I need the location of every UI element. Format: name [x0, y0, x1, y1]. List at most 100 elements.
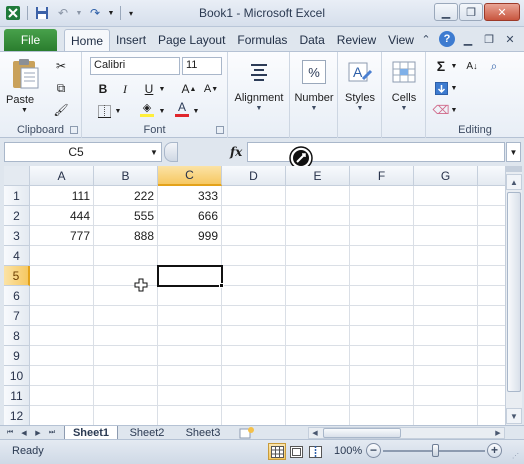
minimize-ribbon-icon[interactable]: ⌃: [418, 31, 434, 47]
grid-cell[interactable]: [30, 346, 94, 366]
grid-cell[interactable]: [94, 286, 158, 306]
last-sheet-icon[interactable]: ⏭: [46, 427, 58, 439]
tab-file[interactable]: File: [4, 29, 57, 51]
clear-dropdown-icon[interactable]: ▼: [450, 101, 458, 119]
grid-cell[interactable]: [94, 266, 158, 286]
grid-cell[interactable]: [286, 386, 350, 406]
grid-cell[interactable]: [222, 246, 286, 266]
grid-cell[interactable]: [158, 246, 222, 266]
vertical-split-handle[interactable]: [505, 166, 522, 172]
cell-a1[interactable]: 111: [30, 186, 94, 206]
first-sheet-icon[interactable]: ⏮: [4, 427, 16, 439]
font-color-icon[interactable]: A: [174, 99, 190, 117]
grid-cell[interactable]: [94, 386, 158, 406]
grid-cell[interactable]: [222, 266, 286, 286]
grid-cell[interactable]: [478, 246, 505, 266]
sheet-tab-sheet1[interactable]: Sheet1: [64, 426, 118, 440]
grid-cell[interactable]: [30, 406, 94, 425]
grid-cell[interactable]: [350, 346, 414, 366]
column-header-g[interactable]: G: [414, 166, 478, 186]
insert-sheet-icon[interactable]: [238, 426, 256, 440]
grid-cell[interactable]: [478, 326, 505, 346]
grid-cell[interactable]: [350, 326, 414, 346]
tab-data[interactable]: Data: [293, 29, 330, 51]
fill-icon[interactable]: [434, 79, 448, 97]
cells-button[interactable]: Cells ▼: [382, 56, 426, 112]
row-header-selected[interactable]: 5: [4, 266, 30, 286]
column-header-c[interactable]: C: [158, 166, 222, 186]
row-header[interactable]: 11: [4, 386, 30, 406]
vertical-scroll-thumb[interactable]: [507, 192, 521, 392]
grid-cell[interactable]: [158, 386, 222, 406]
grid-cell[interactable]: [478, 306, 505, 326]
name-box-dropdown-icon[interactable]: ▼: [147, 148, 161, 157]
column-header-a[interactable]: A: [30, 166, 94, 186]
grid-cell[interactable]: [286, 286, 350, 306]
grid-cell[interactable]: [286, 206, 350, 226]
font-launcher-icon[interactable]: [216, 126, 224, 134]
sheet-tab-sheet3[interactable]: Sheet3: [176, 426, 230, 440]
cell-a2[interactable]: 444: [30, 206, 94, 226]
grid-cell[interactable]: [94, 346, 158, 366]
number-button[interactable]: % Number ▼: [290, 56, 338, 112]
grid-cell[interactable]: [478, 226, 505, 246]
grid-cell[interactable]: [350, 206, 414, 226]
workbook-close-icon[interactable]: ✕: [502, 31, 518, 47]
grid-cell[interactable]: [350, 246, 414, 266]
grid-cell[interactable]: [478, 346, 505, 366]
column-header-d[interactable]: D: [222, 166, 286, 186]
minimize-button[interactable]: ▁: [434, 3, 458, 21]
normal-view-icon[interactable]: [268, 443, 286, 460]
grid-cell[interactable]: [286, 266, 350, 286]
grid-cell[interactable]: [94, 306, 158, 326]
font-size-select[interactable]: 11: [182, 57, 222, 75]
clipboard-launcher-icon[interactable]: [70, 126, 78, 134]
fill-handle[interactable]: [219, 283, 224, 288]
copy-icon[interactable]: ⧉: [52, 80, 70, 96]
sort-filter-icon[interactable]: A ↓: [464, 57, 480, 75]
grid-cell[interactable]: [222, 386, 286, 406]
fill-color-dropdown-icon[interactable]: ▼: [158, 102, 166, 120]
grid-cell[interactable]: [30, 326, 94, 346]
find-select-icon[interactable]: ⌕: [486, 57, 502, 75]
next-sheet-icon[interactable]: ▶: [32, 427, 44, 439]
shrink-font-icon[interactable]: A ▼: [202, 80, 220, 98]
resize-grip-icon[interactable]: ⋰: [512, 452, 522, 462]
row-header[interactable]: 2: [4, 206, 30, 226]
scroll-right-icon[interactable]: ▶: [492, 428, 504, 438]
row-header[interactable]: 10: [4, 366, 30, 386]
zoom-level[interactable]: 100%: [334, 445, 362, 457]
tab-review[interactable]: Review: [331, 29, 382, 51]
grid-cell[interactable]: [414, 266, 478, 286]
font-color-dropdown-icon[interactable]: ▼: [192, 102, 200, 120]
grid-cell[interactable]: [286, 406, 350, 425]
row-header[interactable]: 8: [4, 326, 30, 346]
column-header-e[interactable]: E: [286, 166, 350, 186]
tab-page-layout[interactable]: Page Layout: [152, 29, 231, 51]
grid-cell[interactable]: [414, 366, 478, 386]
grid-cell[interactable]: [158, 346, 222, 366]
grid-cell[interactable]: [222, 226, 286, 246]
grid-cell[interactable]: [478, 386, 505, 406]
grid-cell[interactable]: [94, 326, 158, 346]
grid-cell[interactable]: [222, 326, 286, 346]
autosum-dropdown-icon[interactable]: ▼: [450, 57, 458, 75]
tab-formulas[interactable]: Formulas: [231, 29, 293, 51]
grid-cell[interactable]: [286, 226, 350, 246]
clear-icon[interactable]: ⌫: [433, 101, 450, 119]
grid-cell[interactable]: [414, 406, 478, 425]
column-header-b[interactable]: B: [94, 166, 158, 186]
font-name-select[interactable]: Calibri: [90, 57, 180, 75]
grid-cell[interactable]: [350, 386, 414, 406]
grid-cell[interactable]: [350, 306, 414, 326]
horizontal-scrollbar[interactable]: ◀ ▶: [308, 427, 505, 439]
name-box[interactable]: C5 ▼: [4, 142, 162, 162]
formula-input[interactable]: [247, 142, 505, 162]
grid-cell[interactable]: [286, 246, 350, 266]
grid-cell[interactable]: [478, 186, 505, 206]
restore-button[interactable]: ❐: [459, 3, 483, 21]
grid-cell[interactable]: [350, 286, 414, 306]
grid-cell[interactable]: [414, 226, 478, 246]
grid-cell[interactable]: [286, 346, 350, 366]
column-header-f[interactable]: F: [350, 166, 414, 186]
